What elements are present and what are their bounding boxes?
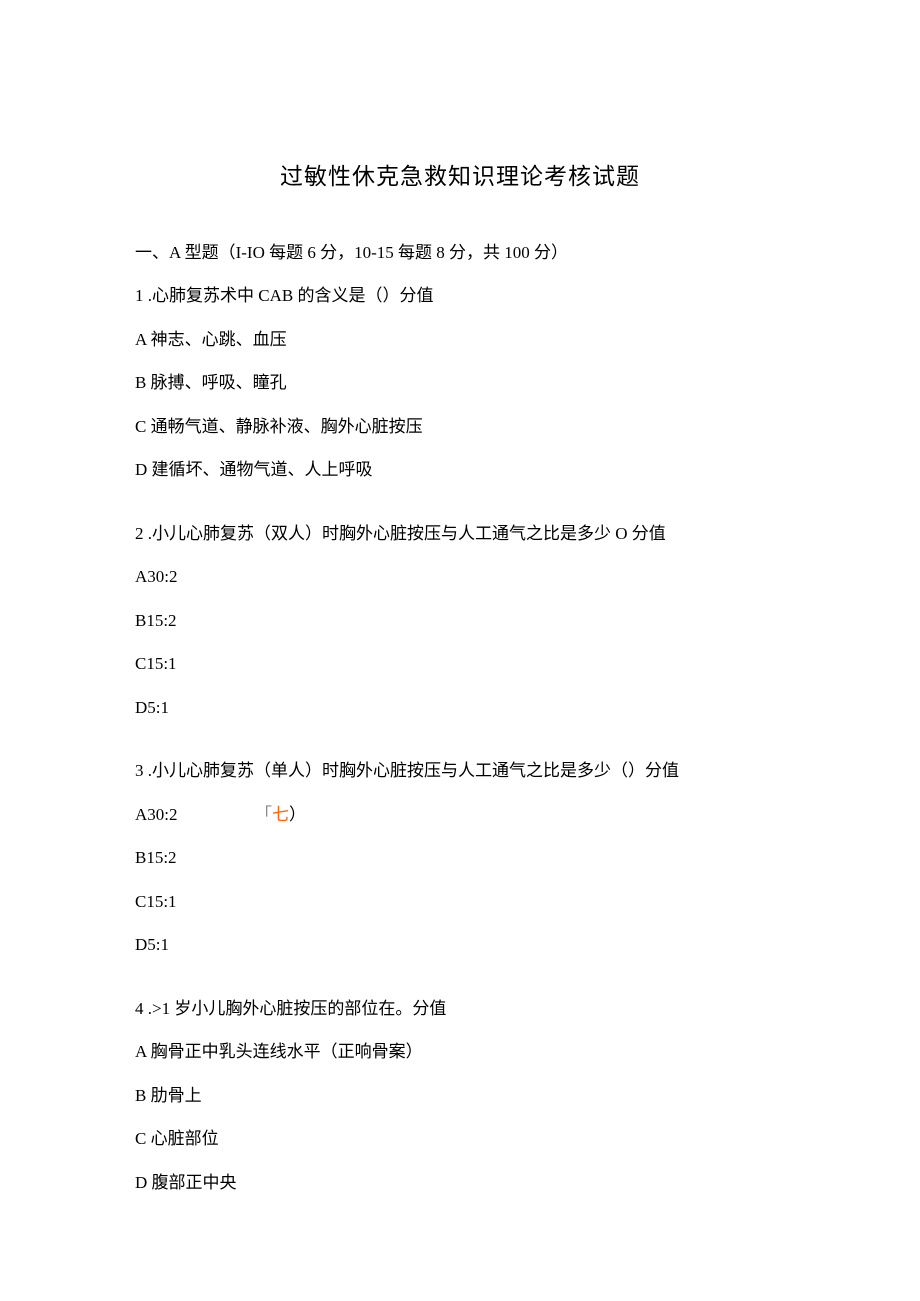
q3-option-c: C15:1 [135, 889, 785, 915]
q1-stem: 1 .心肺复苏术中 CAB 的含义是（）分值 [135, 283, 785, 309]
q4-option-d: D 腹部正中央 [135, 1170, 785, 1196]
q2-option-d: D5:1 [135, 695, 785, 721]
q3-option-a-row: A30:2 「七） [135, 802, 785, 828]
q2-option-b: B15:2 [135, 608, 785, 634]
q2-stem: 2 .小儿心肺复苏（双人）时胸外心脏按压与人工通气之比是多少 O 分值 [135, 521, 785, 547]
q3-option-d: D5:1 [135, 932, 785, 958]
question-4: 4 .>1 岁小儿胸外心脏按压的部位在。分值 A 胸骨正中乳头连线水平（正响骨案… [135, 996, 785, 1196]
q3-annot-suffix: ） [289, 805, 306, 824]
q3-annot-prefix: 「 [255, 805, 272, 824]
q3-option-a: A30:2 [135, 802, 255, 828]
q4-stem: 4 .>1 岁小儿胸外心脏按压的部位在。分值 [135, 996, 785, 1022]
q1-option-b: B 脉搏、呼吸、瞳孔 [135, 370, 785, 396]
q3-option-b: B15:2 [135, 845, 785, 871]
q2-option-c: C15:1 [135, 651, 785, 677]
q3-annot-main: 七 [272, 805, 289, 824]
q2-option-a: A30:2 [135, 564, 785, 590]
q4-option-c: C 心脏部位 [135, 1126, 785, 1152]
q3-annotation: 「七） [255, 802, 306, 828]
q1-option-a: A 神志、心跳、血压 [135, 327, 785, 353]
q1-option-c: C 通畅气道、静脉补液、胸外心脏按压 [135, 414, 785, 440]
q3-stem: 3 .小儿心肺复苏（单人）时胸外心脏按压与人工通气之比是多少（）分值 [135, 758, 785, 784]
q4-option-b: B 肋骨上 [135, 1083, 785, 1109]
q4-option-a: A 胸骨正中乳头连线水平（正响骨案） [135, 1039, 785, 1065]
question-1: 1 .心肺复苏术中 CAB 的含义是（）分值 A 神志、心跳、血压 B 脉搏、呼… [135, 283, 785, 483]
exam-title: 过敏性休克急救知识理论考核试题 [135, 160, 785, 195]
question-2: 2 .小儿心肺复苏（双人）时胸外心脏按压与人工通气之比是多少 O 分值 A30:… [135, 521, 785, 721]
question-3: 3 .小儿心肺复苏（单人）时胸外心脏按压与人工通气之比是多少（）分值 A30:2… [135, 758, 785, 958]
q1-option-d: D 建循坏、通物气道、人上呼吸 [135, 457, 785, 483]
section-header: 一、A 型题（I-IO 每题 6 分，10-15 每题 8 分，共 100 分） [135, 240, 785, 266]
